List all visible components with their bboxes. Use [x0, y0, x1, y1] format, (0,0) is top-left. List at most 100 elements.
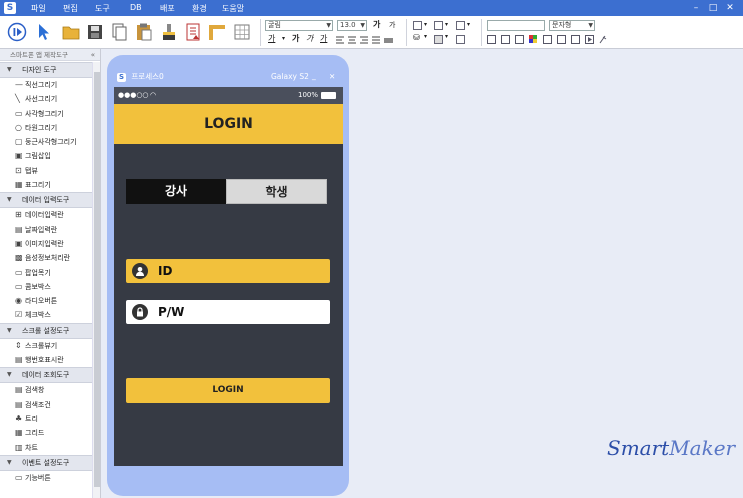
grid-button[interactable] [231, 20, 253, 44]
tool-image-input[interactable]: ▣ 이미지입력란 [0, 237, 92, 251]
align-left-icon[interactable] [413, 21, 422, 30]
menu-tools[interactable]: 도구 [95, 3, 110, 14]
tool-rounded-rect[interactable]: ▢ 둥근사각형그리기 [0, 135, 92, 149]
grid-table-icon: ▦ [15, 428, 23, 438]
grid-icon [234, 24, 250, 40]
save-button[interactable] [84, 20, 106, 44]
arrow-cursor-icon [39, 24, 49, 40]
clipboard-icon [137, 23, 152, 41]
popup-icon: ▭ [15, 267, 23, 277]
italic-button[interactable]: 가 [306, 34, 313, 44]
tab-teacher[interactable]: 강사 [126, 179, 226, 204]
tool-tabview[interactable]: ⊡ 탭뷰 [0, 164, 92, 178]
line-icon: — [15, 80, 23, 89]
format-brush-button[interactable] [158, 20, 180, 44]
password-field[interactable]: P/W [126, 300, 330, 324]
menu-file[interactable]: 파일 [31, 3, 46, 14]
select-tool-button[interactable] [33, 20, 55, 44]
dropdown-arrow-icon: ▾ [445, 21, 449, 28]
close-icon[interactable]: ✕ [724, 2, 736, 14]
password-label: P/W [158, 305, 185, 319]
radio-icon: ◉ [15, 296, 22, 306]
tabview-icon: ⊡ [15, 165, 22, 175]
collapse-caret-icon: ▼ [7, 371, 12, 379]
image-input-icon: ▣ [15, 238, 23, 248]
open-button[interactable] [60, 20, 82, 44]
section-data-input-tools[interactable]: ▼ 데이터 입력도구 [0, 192, 92, 209]
sidebar-scrollbar[interactable] [92, 62, 100, 498]
tool-tree[interactable]: ♣ 트리 [0, 412, 92, 426]
tool-voice-input[interactable]: ▩ 음성정보처리란 [0, 251, 92, 265]
section-design-tools[interactable]: ▼ 디자인 도구 [0, 62, 92, 78]
tool-line[interactable]: — 직선그리기 [0, 78, 92, 92]
run-button[interactable] [6, 20, 28, 44]
menu-deploy[interactable]: 배포 [160, 3, 175, 14]
section-data-query-tools[interactable]: ▼ 데이터 조회도구 [0, 367, 92, 384]
font-shrink-button[interactable]: 가 [389, 20, 395, 30]
fill-bucket-icon[interactable]: ⛁ [413, 33, 420, 43]
login-button[interactable]: LOGIN [126, 378, 330, 403]
font-size-select[interactable]: 13.0 ▼ [337, 20, 367, 31]
align-buttons[interactable] [336, 36, 394, 45]
object-format-icons[interactable] [487, 35, 617, 45]
ruler-button[interactable] [206, 20, 228, 44]
paste-button[interactable] [133, 20, 155, 44]
tab-student[interactable]: 학생 [226, 179, 327, 204]
dropdown-arrow-icon: ▾ [467, 21, 471, 28]
menu-db[interactable]: DB [130, 3, 142, 12]
tool-row-number[interactable]: ▤ 행번호표시란 [0, 353, 92, 367]
tool-checkbox[interactable]: ☑ 체크박스 [0, 308, 92, 322]
status-bar: ●●●○○ ◠ 100% [114, 87, 343, 104]
input-field-icon: ⊞ [15, 210, 22, 220]
tool-table[interactable]: ▦ 표그리기 [0, 178, 92, 192]
close-icon[interactable]: ✕ [329, 70, 335, 83]
section-scroll-tools[interactable]: ▼ 스크롤 설정도구 [0, 322, 92, 339]
id-field[interactable]: ID [126, 259, 330, 283]
style-select[interactable]: 문자형 ▼ [549, 20, 595, 31]
tool-combobox[interactable]: ▭ 콤보박스 [0, 280, 92, 294]
scrollbar-thumb[interactable] [94, 72, 100, 487]
tool-popup[interactable]: ▭ 팝업목기 [0, 266, 92, 280]
border-icon[interactable] [456, 35, 465, 44]
minimize-icon[interactable]: – [690, 2, 702, 14]
layer-icon[interactable] [456, 21, 465, 30]
tool-search[interactable]: ▤ 검색창 [0, 383, 92, 397]
table-layout-icon[interactable] [434, 21, 443, 30]
tool-diagonal[interactable]: ╲ 사선그리기 [0, 92, 92, 106]
tool-grid[interactable]: ▦ 그리드 [0, 426, 92, 440]
sort-button[interactable] [182, 20, 204, 44]
tool-radio[interactable]: ◉ 라디오버튼 [0, 294, 92, 308]
copy-button[interactable] [108, 20, 130, 44]
collapse-caret-icon: ▼ [7, 196, 12, 204]
font-name-select[interactable]: 굴림 ▼ [265, 20, 333, 31]
tool-rectangle[interactable]: ▭ 사각형그리기 [0, 107, 92, 121]
tool-data-input[interactable]: ⊞ 데이터입력란 [0, 208, 92, 222]
collapse-icon[interactable]: « [91, 49, 95, 61]
menu-help[interactable]: 도움말 [222, 3, 244, 14]
font-color-button[interactable]: 가 [268, 34, 275, 44]
minimize-icon[interactable]: _ [312, 69, 316, 82]
underline-button[interactable]: 가 [320, 34, 327, 44]
bold-button[interactable]: 가 [292, 34, 299, 44]
voice-icon: ▩ [15, 253, 23, 263]
image-fill-icon[interactable] [434, 35, 443, 44]
menu-environment[interactable]: 환경 [192, 3, 207, 14]
row-number-icon: ▤ [15, 355, 23, 365]
tool-function-button[interactable]: ▭ 기능버튼 [0, 471, 92, 485]
tool-search-condition[interactable]: ▤ 검색조건 [0, 398, 92, 412]
menu-edit[interactable]: 편집 [63, 3, 78, 14]
font-grow-button[interactable]: 가 [373, 20, 380, 30]
tool-date-input[interactable]: ▤ 날짜입력란 [0, 223, 92, 237]
restore-icon[interactable]: □ [707, 2, 719, 14]
tool-scrollview[interactable]: ⇕ 스크롤뷰기 [0, 339, 92, 353]
tool-image[interactable]: ▣ 그림삽입 [0, 149, 92, 163]
signal-icon: ●●●○○ [118, 91, 149, 99]
dropdown-arrow-icon: ▾ [445, 33, 449, 40]
font-color-dropdown-icon[interactable]: ▾ [282, 34, 285, 44]
play-pause-icon [7, 22, 27, 42]
property-input[interactable] [487, 20, 545, 31]
tool-chart[interactable]: ▥ 차트 [0, 441, 92, 455]
section-event-tools[interactable]: ▼ 이벤트 설정도구 [0, 454, 92, 471]
tool-ellipse[interactable]: ○ 타원그리기 [0, 121, 92, 135]
table-icon: ▦ [15, 180, 23, 190]
